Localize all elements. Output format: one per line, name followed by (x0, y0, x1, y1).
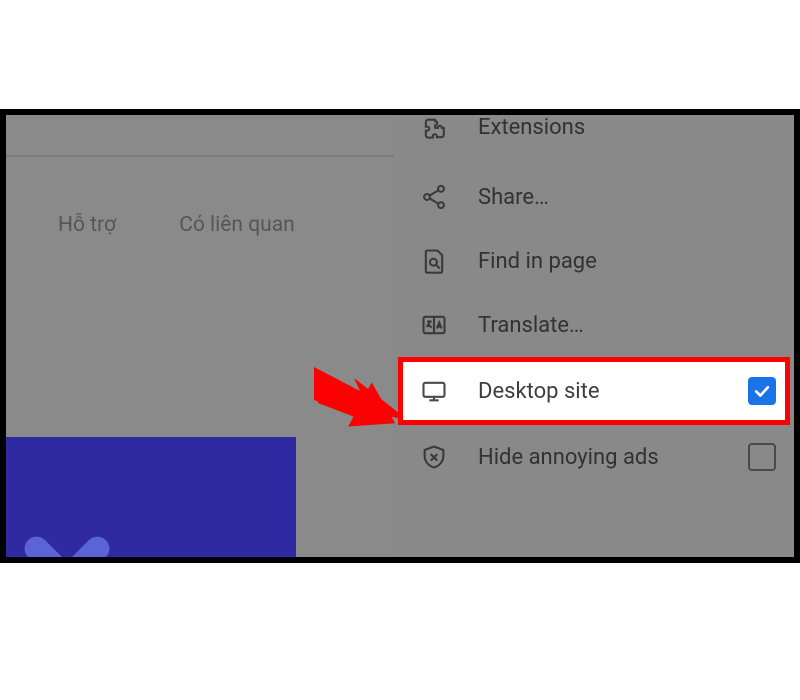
screenshot-frame: Hỗ trợ Có liên quan Extensions (0, 109, 800, 563)
annotation-arrow-icon (314, 367, 404, 441)
background-tabs: Hỗ trợ Có liên quan (58, 213, 353, 237)
menu-label-translate: Translate… (478, 313, 584, 338)
shield-x-icon (420, 443, 448, 471)
hide-ads-checkbox[interactable] (748, 443, 776, 471)
menu-label-hide-ads: Hide annoying ads (478, 445, 659, 470)
desktop-site-checkbox[interactable] (748, 377, 776, 405)
menu-item-hide-ads[interactable]: Hide annoying ads (394, 425, 794, 489)
menu-label-desktop-site: Desktop site (478, 379, 600, 404)
menu-label-extensions: Extensions (478, 115, 585, 140)
find-in-page-icon (420, 247, 448, 275)
translate-icon (420, 311, 448, 339)
share-icon (420, 183, 448, 211)
highlight-desktop-site: Desktop site (398, 357, 790, 425)
menu-item-translate[interactable]: Translate… (394, 293, 794, 357)
menu-label-find-in-page: Find in page (478, 249, 597, 274)
browser-overflow-menu: Extensions Share… (394, 115, 794, 557)
menu-item-find-in-page[interactable]: Find in page (394, 229, 794, 293)
monitor-icon (420, 377, 448, 405)
tab-related[interactable]: Có liên quan (179, 213, 295, 237)
menu-item-share[interactable]: Share… (394, 165, 794, 229)
background-blue-panel (6, 437, 296, 557)
menu-item-extensions[interactable]: Extensions (394, 115, 794, 151)
menu-label-share: Share… (478, 185, 549, 210)
screenshot-inner: Hỗ trợ Có liên quan Extensions (6, 115, 794, 557)
annotation-arrow (314, 367, 404, 441)
menu-item-desktop-site[interactable]: Desktop site (398, 357, 790, 425)
background-divider (6, 155, 396, 157)
tab-support[interactable]: Hỗ trợ (58, 213, 116, 237)
puzzle-icon (420, 115, 448, 143)
